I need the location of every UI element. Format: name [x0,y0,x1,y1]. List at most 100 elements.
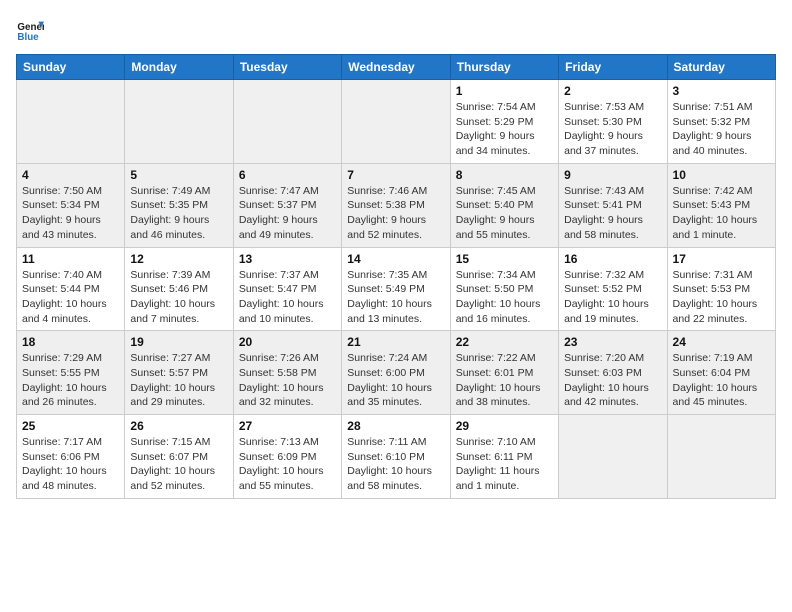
calendar-day-cell: 15 Sunrise: 7:34 AM Sunset: 5:50 PM Dayli… [450,247,558,331]
day-number: 20 [239,335,336,349]
day-info: Sunrise: 7:17 AM Sunset: 6:06 PM Dayligh… [22,435,119,494]
calendar-day-cell: 27 Sunrise: 7:13 AM Sunset: 6:09 PM Dayli… [233,415,341,499]
day-info: Sunrise: 7:34 AM Sunset: 5:50 PM Dayligh… [456,268,553,327]
calendar-day-cell: 20 Sunrise: 7:26 AM Sunset: 5:58 PM Dayli… [233,331,341,415]
day-info: Sunrise: 7:45 AM Sunset: 5:40 PM Dayligh… [456,184,553,243]
calendar-day-cell: 3 Sunrise: 7:51 AM Sunset: 5:32 PM Daylig… [667,80,775,164]
calendar-day-cell [233,80,341,164]
day-number: 23 [564,335,661,349]
weekday-header: Friday [559,55,667,80]
day-number: 14 [347,252,444,266]
day-info: Sunrise: 7:42 AM Sunset: 5:43 PM Dayligh… [673,184,770,243]
day-number: 21 [347,335,444,349]
calendar-day-cell: 10 Sunrise: 7:42 AM Sunset: 5:43 PM Dayli… [667,163,775,247]
calendar-day-cell: 25 Sunrise: 7:17 AM Sunset: 6:06 PM Dayli… [17,415,125,499]
calendar-table: SundayMondayTuesdayWednesdayThursdayFrid… [16,54,776,499]
day-number: 19 [130,335,227,349]
day-number: 2 [564,84,661,98]
calendar-day-cell: 26 Sunrise: 7:15 AM Sunset: 6:07 PM Dayli… [125,415,233,499]
day-info: Sunrise: 7:46 AM Sunset: 5:38 PM Dayligh… [347,184,444,243]
day-info: Sunrise: 7:37 AM Sunset: 5:47 PM Dayligh… [239,268,336,327]
day-number: 26 [130,419,227,433]
calendar-day-cell: 17 Sunrise: 7:31 AM Sunset: 5:53 PM Dayli… [667,247,775,331]
day-info: Sunrise: 7:40 AM Sunset: 5:44 PM Dayligh… [22,268,119,327]
day-number: 13 [239,252,336,266]
calendar-week-row: 25 Sunrise: 7:17 AM Sunset: 6:06 PM Dayli… [17,415,776,499]
day-info: Sunrise: 7:15 AM Sunset: 6:07 PM Dayligh… [130,435,227,494]
day-number: 29 [456,419,553,433]
calendar-day-cell: 12 Sunrise: 7:39 AM Sunset: 5:46 PM Dayli… [125,247,233,331]
day-number: 7 [347,168,444,182]
calendar-day-cell: 11 Sunrise: 7:40 AM Sunset: 5:44 PM Dayli… [17,247,125,331]
day-info: Sunrise: 7:13 AM Sunset: 6:09 PM Dayligh… [239,435,336,494]
calendar-day-cell: 24 Sunrise: 7:19 AM Sunset: 6:04 PM Dayli… [667,331,775,415]
day-info: Sunrise: 7:20 AM Sunset: 6:03 PM Dayligh… [564,351,661,410]
day-number: 5 [130,168,227,182]
day-number: 8 [456,168,553,182]
calendar-day-cell: 1 Sunrise: 7:54 AM Sunset: 5:29 PM Daylig… [450,80,558,164]
day-info: Sunrise: 7:53 AM Sunset: 5:30 PM Dayligh… [564,100,661,159]
page-header: General Blue [16,16,776,44]
calendar-day-cell: 6Sunrise: 7:47 AM Sunset: 5:37 PM Daylig… [233,163,341,247]
day-info: Sunrise: 7:35 AM Sunset: 5:49 PM Dayligh… [347,268,444,327]
calendar-week-row: 11 Sunrise: 7:40 AM Sunset: 5:44 PM Dayli… [17,247,776,331]
calendar-day-cell: 7 Sunrise: 7:46 AM Sunset: 5:38 PM Daylig… [342,163,450,247]
calendar-day-cell: 22 Sunrise: 7:22 AM Sunset: 6:01 PM Dayli… [450,331,558,415]
day-number: 9 [564,168,661,182]
calendar-day-cell [342,80,450,164]
day-info: Sunrise: 7:39 AM Sunset: 5:46 PM Dayligh… [130,268,227,327]
day-info: Sunrise: 7:22 AM Sunset: 6:01 PM Dayligh… [456,351,553,410]
calendar-day-cell: 19 Sunrise: 7:27 AM Sunset: 5:57 PM Dayli… [125,331,233,415]
calendar-day-cell [667,415,775,499]
calendar-header-row: SundayMondayTuesdayWednesdayThursdayFrid… [17,55,776,80]
day-number: 15 [456,252,553,266]
weekday-header: Wednesday [342,55,450,80]
day-number: 3 [673,84,770,98]
calendar-week-row: 1 Sunrise: 7:54 AM Sunset: 5:29 PM Daylig… [17,80,776,164]
calendar-day-cell: 21 Sunrise: 7:24 AM Sunset: 6:00 PM Dayli… [342,331,450,415]
day-number: 18 [22,335,119,349]
day-info: Sunrise: 7:54 AM Sunset: 5:29 PM Dayligh… [456,100,553,159]
day-info: Sunrise: 7:27 AM Sunset: 5:57 PM Dayligh… [130,351,227,410]
day-number: 27 [239,419,336,433]
calendar-week-row: 4 Sunrise: 7:50 AM Sunset: 5:34 PM Daylig… [17,163,776,247]
calendar-day-cell: 16Sunrise: 7:32 AM Sunset: 5:52 PM Dayli… [559,247,667,331]
day-number: 11 [22,252,119,266]
calendar-day-cell: 5Sunrise: 7:49 AM Sunset: 5:35 PM Daylig… [125,163,233,247]
calendar-day-cell [125,80,233,164]
day-info: Sunrise: 7:19 AM Sunset: 6:04 PM Dayligh… [673,351,770,410]
day-number: 25 [22,419,119,433]
calendar-day-cell: 14 Sunrise: 7:35 AM Sunset: 5:49 PM Dayli… [342,247,450,331]
weekday-header: Tuesday [233,55,341,80]
day-info: Sunrise: 7:51 AM Sunset: 5:32 PM Dayligh… [673,100,770,159]
day-number: 22 [456,335,553,349]
day-info: Sunrise: 7:50 AM Sunset: 5:34 PM Dayligh… [22,184,119,243]
calendar-day-cell [17,80,125,164]
day-info: Sunrise: 7:32 AM Sunset: 5:52 PM Dayligh… [564,268,661,327]
day-number: 1 [456,84,553,98]
day-info: Sunrise: 7:24 AM Sunset: 6:00 PM Dayligh… [347,351,444,410]
calendar-day-cell: 23 Sunrise: 7:20 AM Sunset: 6:03 PM Dayli… [559,331,667,415]
day-number: 28 [347,419,444,433]
calendar-day-cell: 9Sunrise: 7:43 AM Sunset: 5:41 PM Daylig… [559,163,667,247]
calendar-day-cell: 2 Sunrise: 7:53 AM Sunset: 5:30 PM Daylig… [559,80,667,164]
day-number: 10 [673,168,770,182]
day-info: Sunrise: 7:26 AM Sunset: 5:58 PM Dayligh… [239,351,336,410]
day-number: 17 [673,252,770,266]
weekday-header: Sunday [17,55,125,80]
weekday-header: Thursday [450,55,558,80]
day-info: Sunrise: 7:47 AM Sunset: 5:37 PM Dayligh… [239,184,336,243]
weekday-header: Saturday [667,55,775,80]
day-number: 4 [22,168,119,182]
day-info: Sunrise: 7:31 AM Sunset: 5:53 PM Dayligh… [673,268,770,327]
day-info: Sunrise: 7:29 AM Sunset: 5:55 PM Dayligh… [22,351,119,410]
calendar-day-cell: 4 Sunrise: 7:50 AM Sunset: 5:34 PM Daylig… [17,163,125,247]
day-info: Sunrise: 7:11 AM Sunset: 6:10 PM Dayligh… [347,435,444,494]
calendar-day-cell [559,415,667,499]
day-info: Sunrise: 7:10 AM Sunset: 6:11 PM Dayligh… [456,435,553,494]
calendar-day-cell: 18 Sunrise: 7:29 AM Sunset: 5:55 PM Dayli… [17,331,125,415]
day-number: 24 [673,335,770,349]
logo-icon: General Blue [16,16,44,44]
calendar-day-cell: 29 Sunrise: 7:10 AM Sunset: 6:11 PM Dayli… [450,415,558,499]
day-number: 12 [130,252,227,266]
